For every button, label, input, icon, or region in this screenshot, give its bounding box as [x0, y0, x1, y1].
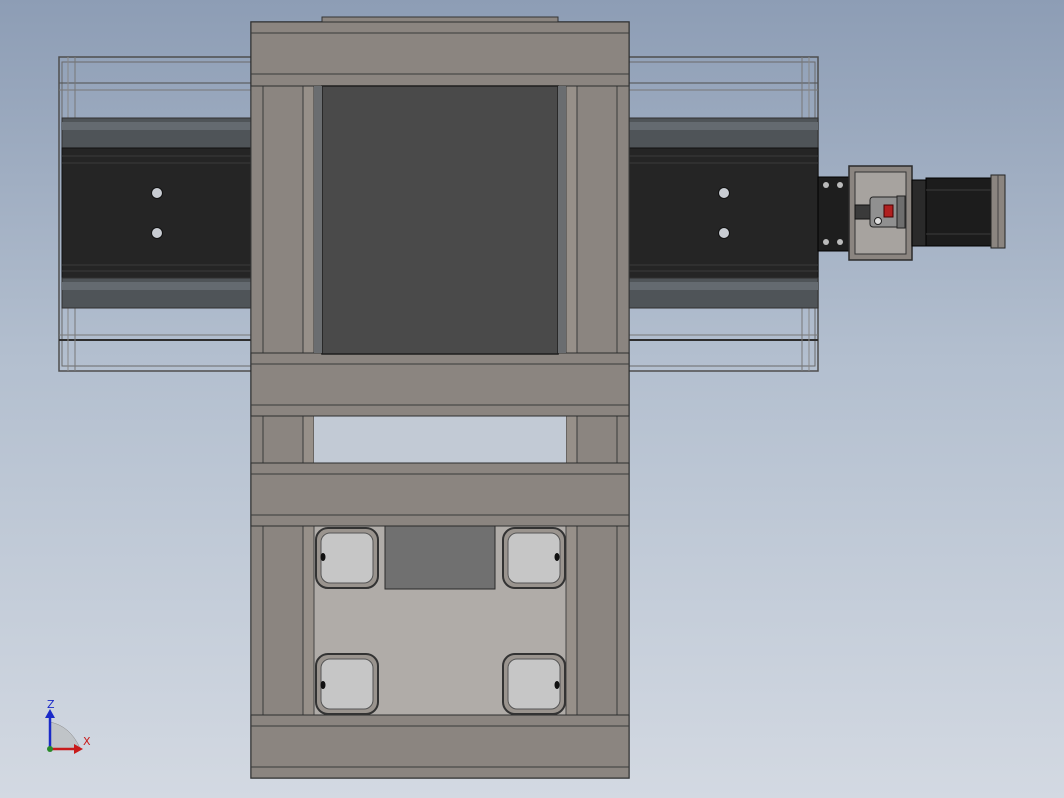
plate-bolt — [837, 239, 843, 245]
plate-bolt — [837, 182, 843, 188]
mounting-hole — [151, 227, 163, 239]
mounting-hole — [718, 227, 730, 239]
x-axis-label: X — [83, 735, 91, 748]
caster-bracket-top-left — [315, 527, 379, 589]
rail-gap-right — [558, 86, 566, 353]
motor-assembly[interactable] — [817, 165, 1006, 261]
cad-viewport[interactable]: Z X — [0, 0, 1064, 798]
stepper-motor-flange — [911, 179, 927, 247]
z-axis-label: Z — [47, 698, 55, 711]
coupling-screw — [874, 217, 882, 225]
coupling-clamp — [896, 195, 906, 229]
rail-gap-left — [314, 86, 322, 353]
stepper-motor — [925, 177, 997, 247]
caster-bracket-top-right — [502, 527, 566, 589]
mounting-hole — [718, 187, 730, 199]
coupling-accent — [883, 204, 894, 218]
caster-bracket-bottom-right — [502, 653, 566, 715]
crossbar-top — [250, 21, 630, 87]
carriage-plate — [321, 85, 559, 355]
carriage-frame[interactable] — [250, 16, 630, 779]
caster-bracket-bottom-left — [315, 653, 379, 715]
triad-origin — [47, 746, 53, 752]
frame-window — [314, 415, 566, 465]
crossbar-upper-mid — [250, 352, 630, 417]
crossbar-lower-mid — [250, 462, 630, 527]
plate-bolt — [823, 182, 829, 188]
mounting-hole — [151, 187, 163, 199]
crossbar-bottom — [250, 714, 630, 779]
center-block — [384, 525, 496, 590]
view-triad[interactable]: Z X — [45, 698, 91, 754]
motor-end-plate — [817, 176, 851, 252]
plate-bolt — [823, 239, 829, 245]
